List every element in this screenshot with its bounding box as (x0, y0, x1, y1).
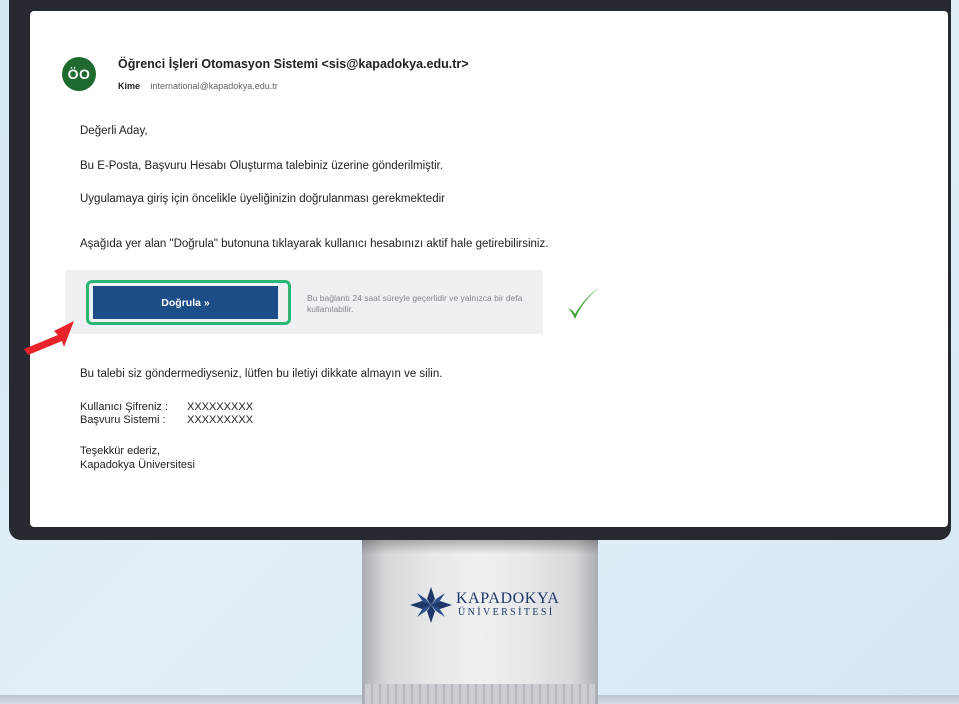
credential-row-system: Başvuru Sistemi : XXXXXXXXX (80, 414, 253, 426)
email-paragraph-2: Uygulamaya giriş için öncelikle üyeliğin… (80, 193, 445, 205)
signature-line-1: Teşekkür ederiz, (80, 445, 161, 457)
recipient-label: Kime (118, 81, 141, 91)
sender-avatar: ÖO (62, 57, 96, 91)
check-icon (568, 287, 600, 319)
logo-subtitle: ÜNİVERSİTESİ (458, 607, 555, 618)
arrow-icon (24, 321, 74, 355)
password-label: Kullanıcı Şifreniz : (80, 401, 169, 413)
stand-shadow (362, 540, 598, 554)
email-paragraph-4: Bu talebi siz göndermediyseniz, lütfen b… (80, 368, 443, 380)
password-value: XXXXXXXXX (187, 401, 254, 413)
recipient-row: Kime international@kapadokya.edu.tr (118, 81, 278, 91)
credential-row-password: Kullanıcı Şifreniz : XXXXXXXXX (80, 401, 253, 413)
system-label: Başvuru Sistemi : (80, 414, 166, 426)
sender-name: Öğrenci İşleri Otomasyon Sistemi <sis@ka… (118, 57, 469, 71)
university-logo: KAPADOKYA ÜNİVERSİTESİ (408, 586, 608, 626)
verify-note: Bu bağlantı 24 saat süreyle geçerlidir v… (307, 293, 523, 314)
signature-line-2: Kapadokya Üniversitesi (80, 459, 195, 471)
logo-mark-icon (410, 587, 452, 623)
monitor-foot (365, 684, 595, 704)
recipient-address[interactable]: international@kapadokya.edu.tr (151, 81, 278, 91)
email-paragraph-1: Bu E-Posta, Başvuru Hesabı Oluşturma tal… (80, 160, 444, 172)
email-paragraph-3: Aşağıda yer alan "Doğrula" butonuna tıkl… (80, 238, 549, 250)
email-greeting: Değerli Aday, (80, 125, 148, 137)
logo-name: KAPADOKYA (456, 590, 560, 607)
verify-button[interactable]: Doğrula » (93, 286, 278, 319)
system-value: XXXXXXXXX (187, 414, 254, 426)
